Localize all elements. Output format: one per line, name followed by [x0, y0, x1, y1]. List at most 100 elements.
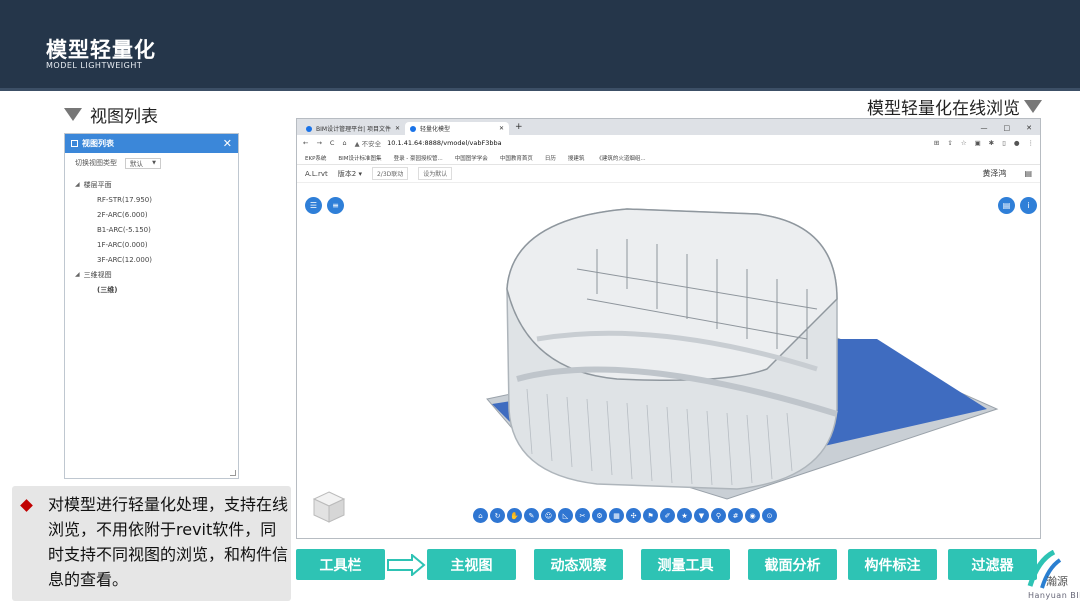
tab-label: BIM设计管理平台| 项目文件 — [316, 126, 391, 133]
tree-leaf[interactable]: 2F-ARC(6.000) — [65, 207, 238, 222]
view-type-select[interactable]: 默认 ▼ — [125, 157, 161, 169]
address-bar[interactable]: ▲ 不安全 10.1.41.64:8888/vmodel/vabF3bba — [355, 138, 502, 148]
window-controls: — □ ✕ — [981, 121, 1041, 135]
bookmark-item[interactable]: BIM设计标准图集 — [338, 154, 381, 162]
section-icon[interactable]: ✂ — [575, 508, 590, 523]
bookmark-item[interactable]: 中国教育首页 — [500, 154, 533, 162]
pen-icon[interactable]: ✎ — [524, 508, 539, 523]
close-tab-icon[interactable]: ✕ — [395, 125, 400, 132]
slide: 模型轻量化 MODEL LIGHTWEIGHT 视图列表 模型轻量化在线浏览 视… — [0, 0, 1080, 609]
tab-bim-platform[interactable]: BIM设计管理平台| 项目文件 ✕ — [301, 122, 405, 135]
tab-label: 轻量化模型 — [420, 126, 451, 133]
tree-node-floor-plans[interactable]: ◢ 楼层平面 — [65, 177, 238, 192]
triangle-down-icon — [1024, 100, 1042, 113]
home-icon[interactable]: ⌂ — [473, 508, 488, 523]
bookmark-item[interactable]: 日历 — [545, 154, 556, 162]
header-divider — [0, 88, 1080, 91]
maximize-button[interactable]: □ — [1004, 124, 1011, 132]
bookmark-item[interactable]: 《建筑的火道烟组... — [596, 154, 645, 162]
model-name: A.L.rvt — [305, 169, 328, 178]
close-tab-icon[interactable]: ✕ — [499, 125, 504, 132]
flag-icon[interactable]: ⚑ — [643, 508, 658, 523]
camera-icon[interactable]: ◉ — [745, 508, 760, 523]
reload-button[interactable]: C — [330, 139, 335, 147]
close-icon[interactable]: ✕ — [223, 137, 232, 150]
puzzle-icon[interactable]: ✱ — [989, 139, 994, 147]
star-icon[interactable]: ☆ — [961, 139, 967, 147]
model-viewport[interactable]: ☰ ≡ ▤ i ⌂ ↻ ✋ ✎ ☺ ◺ ✂ ⚙ ▦ ✣ ⚑ ✐ ★ ▼ ⚲ # … — [297, 197, 1040, 538]
bookmark-item[interactable]: EKP系统 — [305, 154, 326, 162]
view-type-select-value: 默认 — [130, 160, 143, 168]
header-bar: 模型轻量化 MODEL LIGHTWEIGHT — [0, 0, 1080, 88]
diamond-bullet-icon — [20, 499, 33, 512]
view-type-row: 切换视图类型 默认 ▼ — [65, 155, 238, 171]
measure-icon[interactable]: ◺ — [558, 508, 573, 523]
tree-leaf[interactable]: 3F-ARC(12.000) — [65, 252, 238, 267]
list-icon — [71, 140, 78, 147]
right-section-label: 模型轻量化在线浏览 — [867, 99, 1020, 119]
nav-cube-icon[interactable] — [311, 489, 347, 525]
fullscreen-icon[interactable]: ⊙ — [762, 508, 777, 523]
menu-icon[interactable]: ▤ — [1024, 169, 1032, 178]
search-icon[interactable]: ⚲ — [711, 508, 726, 523]
triangle-down-icon — [64, 108, 82, 121]
page-subtitle: MODEL LIGHTWEIGHT — [46, 61, 143, 70]
bookmarks-bar: EKP系统 BIM设计标准图集 登录 - 豪园授权管... 中国图学学会 中国教… — [297, 151, 1040, 165]
settings-icon[interactable]: ⚙ — [592, 508, 607, 523]
tab-bar: BIM设计管理平台| 项目文件 ✕ 轻量化模型 ✕ + — □ ✕ — [297, 119, 1040, 135]
minimize-button[interactable]: — — [981, 124, 988, 132]
resize-handle[interactable] — [230, 470, 236, 476]
right-section-heading: 模型轻量化在线浏览 — [867, 94, 1042, 119]
tree-leaf[interactable]: RF-STR(17.950) — [65, 192, 238, 207]
profile-icon[interactable]: ● — [1014, 139, 1020, 147]
bookmark-item[interactable]: 中国图学学会 — [455, 154, 488, 162]
bookmark-item[interactable]: 搜建筑 — [568, 154, 585, 162]
orbit-icon[interactable]: ↻ — [490, 508, 505, 523]
tree-node-3d-views[interactable]: ◢ 三维视图 — [65, 267, 238, 282]
translate-icon[interactable]: ⊞ — [934, 139, 939, 147]
chevron-down-icon: ▼ — [152, 160, 156, 166]
user-name: 黄泽鸿 — [982, 169, 1007, 178]
logo-subtext: Hanyuan BIM — [1028, 591, 1080, 600]
flow-section-analysis: 截面分析 — [748, 549, 837, 580]
markup-icon[interactable]: ✐ — [660, 508, 675, 523]
explode-icon[interactable]: ✣ — [626, 508, 641, 523]
arrow-right-icon — [387, 554, 426, 576]
more-icon[interactable]: ⋮ — [1028, 139, 1035, 147]
tree-node-label: 三维视图 — [83, 270, 112, 279]
tree-leaf[interactable]: 1F-ARC(0.000) — [65, 237, 238, 252]
tree-leaf[interactable]: B1-ARC(-5.150) — [65, 222, 238, 237]
model-tree-icon[interactable]: ▦ — [609, 508, 624, 523]
new-tab-button[interactable]: + — [515, 122, 523, 135]
person-icon[interactable]: ☺ — [541, 508, 556, 523]
security-warning: ▲ 不安全 — [354, 140, 382, 148]
browser-action-icons: ⊞ ⇪ ☆ ▣ ✱ ▯ ● ⋮ — [934, 139, 1034, 147]
view-list-panel-title: 视图列表 — [82, 139, 114, 148]
home-button[interactable]: ⌂ — [342, 139, 346, 147]
left-section-label: 视图列表 — [90, 107, 158, 127]
2d3d-sync-button[interactable]: 2/3D联动 — [371, 167, 409, 180]
share-icon[interactable]: ⇪ — [947, 139, 952, 147]
building-model-render — [486, 208, 999, 500]
logo-text: 瀚源 — [1046, 575, 1068, 588]
sidebar-icon[interactable]: ▯ — [1002, 139, 1006, 147]
tree-leaf-selected[interactable]: (三维) — [65, 282, 238, 297]
close-window-button[interactable]: ✕ — [1026, 124, 1032, 132]
pan-icon[interactable]: ✋ — [507, 508, 522, 523]
extension-icon[interactable]: ▣ — [975, 139, 981, 147]
tab-lightweight-model[interactable]: 轻量化模型 ✕ — [405, 122, 509, 135]
company-logo: 瀚源 Hanyuan BIM — [1024, 550, 1080, 605]
bookmark-item[interactable]: 登录 - 豪园授权管... — [394, 154, 443, 162]
set-default-button[interactable]: 设为默认 — [418, 167, 453, 180]
filter-icon[interactable]: ▼ — [694, 508, 709, 523]
left-section-heading: 视图列表 — [64, 102, 158, 127]
star-icon[interactable]: ★ — [677, 508, 692, 523]
version-select[interactable]: 版本2 ▾ — [338, 169, 362, 179]
view-list-panel: 视图列表 ✕ 切换视图类型 默认 ▼ ◢ 楼层平面 RF-STR(17.950) … — [64, 133, 239, 479]
page-title: 模型轻量化 — [46, 38, 156, 62]
caret-icon: ◢ — [75, 271, 80, 278]
address-row: ← → C ⌂ ▲ 不安全 10.1.41.64:8888/vmodel/vab… — [297, 135, 1040, 151]
back-button[interactable]: ← — [303, 139, 308, 147]
forward-button[interactable]: → — [316, 139, 321, 147]
grid-icon[interactable]: # — [728, 508, 743, 523]
